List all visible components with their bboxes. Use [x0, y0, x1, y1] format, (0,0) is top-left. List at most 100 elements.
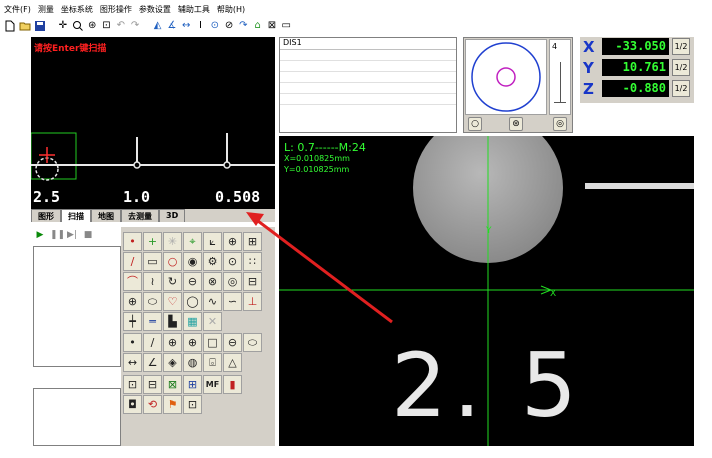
target-tool-icon[interactable]: ⊙	[223, 252, 242, 271]
fill-tool-icon[interactable]: ▦	[183, 312, 202, 331]
list-item[interactable]	[280, 72, 456, 83]
circle-tool-icon[interactable]: ○	[163, 252, 182, 271]
zoom-icon[interactable]	[72, 20, 84, 33]
ring-segments-icon[interactable]: ⊛	[509, 117, 523, 131]
circle-center-tool-icon[interactable]: ◉	[183, 252, 202, 271]
dot-tool-icon[interactable]: •	[123, 333, 142, 352]
tab-3d[interactable]: 3D	[159, 209, 186, 222]
circle-clock-icon[interactable]: ⊙	[209, 20, 220, 33]
ellipse-shape-tool-icon[interactable]: ⬭	[243, 333, 262, 352]
menu-graphics-operation[interactable]: 图形操作	[100, 4, 132, 15]
tab-measure[interactable]: 去测量	[121, 209, 159, 222]
star-point-tool-icon[interactable]: ✳	[163, 232, 182, 251]
triangle-tool-icon[interactable]: ◭	[152, 20, 163, 33]
ring-tool-icon[interactable]: ◯	[183, 292, 202, 311]
scan-view[interactable]: 请按Enter键扫描 2.5 1.0 0.508	[31, 37, 275, 209]
light-ring-view[interactable]	[465, 39, 547, 115]
diamond-tool-icon[interactable]: ◈	[163, 353, 182, 372]
step-icon[interactable]: ▶|	[66, 230, 78, 240]
list-item[interactable]	[280, 83, 456, 94]
figure-tool-icon[interactable]: ⚑	[163, 395, 182, 414]
save-icon[interactable]	[34, 20, 46, 33]
sphere-tool-icon[interactable]: ◍	[183, 353, 202, 372]
light-slider[interactable]: 4	[549, 39, 571, 115]
slot-tool-icon[interactable]: ▭	[143, 252, 162, 271]
segment-tool-icon[interactable]: ∕	[143, 333, 162, 352]
redo-icon[interactable]: ↷	[129, 20, 140, 33]
angle-tool-icon[interactable]: ∡	[166, 20, 177, 33]
coaxial-light-icon[interactable]: ◎	[553, 117, 567, 131]
color-bar-icon[interactable]: ▮	[223, 375, 242, 394]
delete-tool-icon[interactable]: ✕	[203, 312, 222, 331]
heart-tool-icon[interactable]: ♡	[163, 292, 182, 311]
dro-x-half-button[interactable]: 1/2	[672, 38, 690, 55]
arc-tool-icon[interactable]: ⌒	[123, 272, 142, 291]
scale-tool-icon[interactable]: ⊟	[143, 375, 162, 394]
fit-view-icon[interactable]: ⊡	[101, 20, 112, 33]
no-entry-icon[interactable]: ⊘	[223, 20, 234, 33]
play-icon[interactable]: ▶	[34, 230, 46, 240]
rotate-tool-icon[interactable]: ↻	[163, 272, 182, 291]
pause-icon[interactable]: ❚❚	[50, 230, 65, 240]
cylinder-tool-icon[interactable]: ⌻	[203, 353, 222, 372]
dis1-panel[interactable]: DIS1	[279, 37, 457, 133]
parallel-tool-icon[interactable]: ═	[143, 312, 162, 331]
menu-parameter-settings[interactable]: 参数设置	[139, 4, 171, 15]
concentric-tool-icon[interactable]: ◎	[223, 272, 242, 291]
undo-icon[interactable]: ↶	[115, 20, 126, 33]
dro-y-value[interactable]: 10.761	[602, 59, 669, 76]
home-icon[interactable]: ⌂	[252, 20, 263, 33]
image-capture-tool-icon[interactable]: ⊞	[243, 232, 262, 251]
dro-x-value[interactable]: -33.050	[602, 38, 669, 55]
word-export-icon[interactable]: ⊞	[183, 375, 202, 394]
crosshair-move-icon[interactable]: ✛	[57, 20, 68, 33]
wave-tool-icon[interactable]: ∿	[203, 292, 222, 311]
symmetry-tool-icon[interactable]: ⊕	[123, 292, 142, 311]
result-list[interactable]	[33, 388, 121, 446]
stop-icon[interactable]: ■	[82, 230, 94, 240]
slider-handle[interactable]	[554, 102, 566, 103]
tab-graphics[interactable]: 图形	[31, 209, 61, 222]
tab-scan[interactable]: 扫描	[61, 209, 91, 222]
probe-point-tool-icon[interactable]: ⌖	[183, 232, 202, 251]
menu-measure[interactable]: 测量	[38, 4, 54, 15]
gear-circle-tool-icon[interactable]: ⚙	[203, 252, 222, 271]
mf-button[interactable]: MF	[203, 375, 222, 394]
circle-add-tool-icon[interactable]: ⊕	[183, 333, 202, 352]
line-tool-icon[interactable]: ∕	[123, 252, 142, 271]
freeform-tool-icon[interactable]: ∽	[223, 292, 242, 311]
distance-tool-icon[interactable]: ↔	[123, 353, 142, 372]
oval-tool-icon[interactable]: ⬭	[143, 292, 162, 311]
ellipse-tool-icon[interactable]: ⊖	[183, 272, 202, 291]
cone-tool-icon[interactable]: △	[223, 353, 242, 372]
menu-help[interactable]: 帮助(H)	[217, 4, 245, 15]
curve-tool-icon[interactable]: ≀	[143, 272, 162, 291]
angle-measure-tool-icon[interactable]: ∠	[143, 353, 162, 372]
excel-export-icon[interactable]: ⊠	[163, 375, 182, 394]
camera-view[interactable]: L: 0.7------M:24 X=0.010825mm Y=0.010825…	[279, 136, 694, 446]
document-tool-icon[interactable]: ⊡	[183, 395, 202, 414]
rectangle-tool-icon[interactable]: □	[203, 333, 222, 352]
window-icon[interactable]: ▭	[281, 20, 292, 33]
loop-tool-icon[interactable]: ⟲	[143, 395, 162, 414]
capsule-tool-icon[interactable]: ⊖	[223, 333, 242, 352]
vertical-distance-icon[interactable]: Ⅰ	[195, 20, 206, 33]
list-item[interactable]	[280, 50, 456, 61]
light-off-icon[interactable]: ○	[468, 117, 482, 131]
menu-file[interactable]: 文件(F)	[4, 4, 31, 15]
dro-z-value[interactable]: -0.880	[602, 80, 669, 97]
horizontal-distance-icon[interactable]: ↔	[181, 20, 192, 33]
list-item[interactable]	[280, 61, 456, 72]
dro-z-half-button[interactable]: 1/2	[672, 80, 690, 97]
bracket-tool-icon[interactable]: ⊥	[243, 292, 262, 311]
tab-map[interactable]: 地图	[91, 209, 121, 222]
open-folder-icon[interactable]	[19, 20, 31, 33]
save-report-icon[interactable]: ◘	[123, 395, 142, 414]
intersect-tool-icon[interactable]: ⊗	[203, 272, 222, 291]
menu-coordinate-system[interactable]: 坐标系统	[61, 4, 93, 15]
base-tool-icon[interactable]: ▙	[163, 312, 182, 331]
multi-circle-tool-icon[interactable]: ∷	[243, 252, 262, 271]
new-file-icon[interactable]	[4, 20, 16, 33]
calibration-tool-icon[interactable]: ⊡	[123, 375, 142, 394]
point-tool-icon[interactable]: •	[123, 232, 142, 251]
